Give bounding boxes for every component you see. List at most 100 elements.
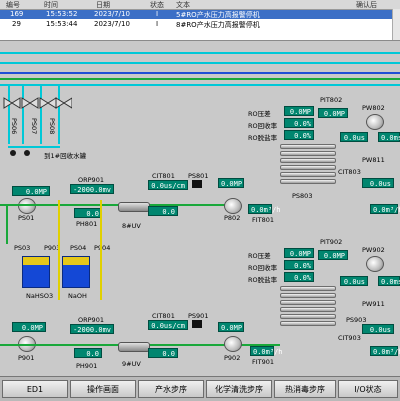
nav-ed1[interactable]: ED1	[2, 380, 68, 398]
pipe	[0, 84, 400, 86]
alarm-col-ack: 确认后	[356, 1, 377, 9]
tag-fit901: FIT901	[252, 358, 275, 366]
tag-ps01: PS01	[18, 214, 35, 222]
pump-icon[interactable]	[224, 198, 242, 214]
pump-icon[interactable]	[18, 198, 36, 214]
valve-row	[3, 97, 72, 109]
ro1-side: 0.0ms	[378, 132, 400, 142]
tank-label-nahso3: NaHSO3	[26, 292, 54, 300]
orp901-value: -2000.0mv	[70, 324, 114, 334]
fit901-value: 0.0m³/h	[250, 346, 283, 356]
pipe	[22, 84, 24, 144]
tag-ps803: PS803	[292, 192, 313, 200]
alarm-scrollbar[interactable]	[392, 9, 400, 40]
ro2-side: 0.0ms	[378, 276, 400, 286]
ro1-press-value: 0.0MP	[284, 106, 314, 116]
alarm-time: 15:53:52	[46, 10, 78, 18]
tag-cit903: CIT903	[338, 334, 361, 342]
ro1-v2: 0.0us	[362, 178, 394, 188]
tag-ph801: PH801	[76, 220, 98, 228]
tag-ps801: PS801	[188, 172, 209, 180]
tag-9uv: 9#UV	[122, 360, 141, 368]
pipe	[40, 84, 42, 144]
p901-value: 0.0MP	[12, 322, 46, 332]
tag-pit802: PIT802	[320, 96, 343, 104]
tank-label-naoh: NaOH	[68, 292, 87, 300]
alarm-state: I	[156, 20, 159, 28]
tag-ps04: PS04	[70, 244, 87, 252]
ro1-v1: 0.0us	[340, 132, 368, 142]
p801-value: 0.0MP	[218, 178, 244, 188]
ro1-recovery-value: 0.0%	[284, 118, 314, 128]
alarm-row[interactable]: 169 15:53:52 2023/7/10 I 5#RO产水压力高报警停机	[0, 10, 392, 19]
tag-cit901: CIT801	[152, 312, 175, 320]
alarm-col-id: 编号	[6, 1, 20, 9]
alarm-header: 编号 时间 日期 状态 文本 确认后	[0, 0, 400, 10]
ro2-recovery-label: RO回收率	[248, 264, 278, 272]
orp801-value: -2000.0mv	[70, 184, 114, 194]
nav-heat-disinfect[interactable]: 热消毒步序	[274, 380, 336, 398]
alarm-row[interactable]: 29 15:53:44 2023/7/10 I 8#RO产水压力高报警停机	[0, 20, 392, 29]
alarm-col-date: 日期	[96, 1, 110, 9]
ro1-v3: 0.0m³/h	[370, 204, 400, 214]
tag-pw902: PW902	[362, 246, 385, 254]
nav-chemical-clean[interactable]: 化学清洗步序	[206, 380, 272, 398]
tag-p904: P904	[94, 244, 111, 252]
alarm-col-time: 时间	[44, 1, 58, 9]
alarm-date: 2023/7/10	[94, 10, 130, 18]
ro2-salt-label: RO脱盐率	[248, 276, 278, 284]
ro1-recovery-label: RO回收率	[248, 122, 278, 130]
alarm-state: I	[156, 10, 159, 18]
ro2-pit-value: 0.0MP	[318, 250, 348, 260]
pipe	[100, 200, 102, 300]
alarm-text: 8#RO产水压力高报警停机	[176, 21, 260, 29]
nav-production-steps[interactable]: 产水步序	[138, 380, 204, 398]
ph901-value: 0.0	[74, 348, 102, 358]
alarm-list[interactable]: 编号 时间 日期 状态 文本 确认后 169 15:53:52 2023/7/1…	[0, 0, 400, 41]
pipe	[0, 62, 400, 64]
pipe	[58, 84, 60, 144]
tank-naoh	[62, 256, 90, 288]
pipe	[6, 204, 8, 244]
side-value: 0.0	[148, 206, 178, 216]
tag-ph901: PH901	[76, 362, 98, 370]
tag-8uv: 8#UV	[122, 222, 141, 230]
alarm-text: 5#RO产水压力高报警停机	[176, 11, 260, 19]
nav-io-status[interactable]: I/O状态	[338, 380, 398, 398]
tag-p902: P902	[224, 354, 241, 362]
ro1-salt-label: RO脱盐率	[248, 134, 278, 142]
pipe	[8, 84, 10, 144]
ro2-press-label: RO压差	[248, 252, 271, 260]
ps01-value: 0.0MP	[12, 186, 50, 196]
tag-p802: P802	[224, 214, 241, 222]
tag-pit902: PIT902	[320, 238, 343, 246]
ro2-salt-value: 0.0%	[284, 272, 314, 282]
valve-tag-ps08: PS08	[48, 118, 56, 135]
alarm-col-text: 文本	[176, 1, 190, 9]
ro2-v1: 0.0us	[340, 276, 368, 286]
ro2-recovery-value: 0.0%	[284, 260, 314, 270]
valve-tag-ps07: PS07	[30, 118, 38, 135]
tag-cit803: CIT803	[338, 168, 361, 176]
sensor-icon	[192, 180, 202, 188]
pump-icon[interactable]	[366, 114, 384, 130]
nav-operation[interactable]: 操作画面	[70, 380, 136, 398]
uv-filter-9	[118, 342, 150, 352]
tag-fit801: FIT801	[252, 216, 275, 224]
drain-label: 到1#回收水罐	[44, 152, 87, 160]
drain-icon	[10, 150, 16, 156]
ph801-value: 0.0	[74, 208, 102, 218]
tag-orp801: ORP901	[78, 176, 104, 184]
pipe	[0, 52, 400, 54]
tag-pw811: PW811	[362, 156, 385, 164]
ro2-v3: 0.0m³/h	[370, 346, 400, 356]
valve-tag-ps06: PS06	[10, 118, 18, 135]
tag-pw802: PW802	[362, 104, 385, 112]
pipe	[8, 146, 60, 148]
cit901-value: 0.0us/cm	[148, 320, 188, 330]
tag-ps901: PS901	[188, 312, 209, 320]
pipe	[0, 204, 230, 206]
pump-icon[interactable]	[224, 336, 242, 352]
alarm-id: 169	[10, 10, 24, 18]
pump-icon[interactable]	[366, 256, 384, 272]
